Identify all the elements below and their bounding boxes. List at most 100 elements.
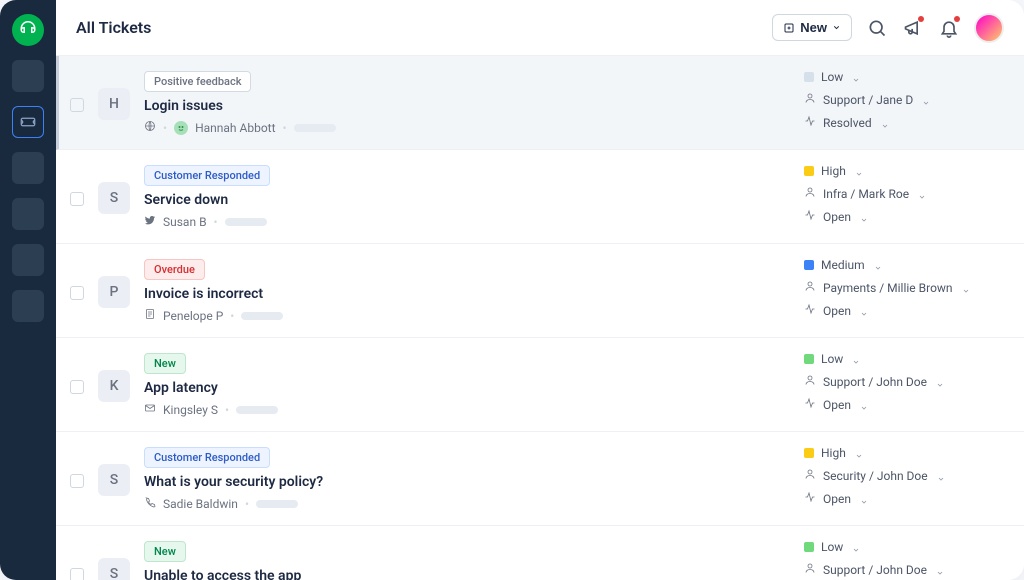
status-dropdown[interactable]: Open xyxy=(804,303,1004,318)
notification-dot xyxy=(954,16,960,22)
priority-label: Low xyxy=(821,540,843,554)
ticket-list: HPositive feedbackLogin issues•Hannah Ab… xyxy=(56,56,1024,580)
source-icon xyxy=(144,120,156,135)
ticket-subject[interactable]: Service down xyxy=(144,192,790,208)
ticket-meta: Penelope P• xyxy=(144,308,790,323)
priority-dropdown[interactable]: High xyxy=(804,164,1004,178)
ticket-row[interactable]: SCustomer RespondedService downSusan B•H… xyxy=(56,150,1024,244)
sentiment-icon xyxy=(174,121,188,135)
ticket-subject[interactable]: Invoice is incorrect xyxy=(144,286,790,302)
priority-label: High xyxy=(821,446,846,460)
chevron-down-icon xyxy=(874,261,882,269)
ticket-tag: New xyxy=(144,353,186,374)
priority-color-icon xyxy=(804,448,814,458)
agent-icon xyxy=(804,374,816,389)
checkbox[interactable] xyxy=(70,192,84,206)
status-dropdown[interactable]: Open xyxy=(804,209,1004,224)
agent-label: Support / Jane D xyxy=(823,93,913,107)
priority-label: Low xyxy=(821,70,843,84)
new-button[interactable]: New xyxy=(772,14,852,41)
priority-color-icon xyxy=(804,260,814,270)
chevron-down-icon xyxy=(855,167,863,175)
agent-dropdown[interactable]: Payments / Millie Brown xyxy=(804,280,1004,295)
status-icon xyxy=(804,397,816,412)
priority-label: High xyxy=(821,164,846,178)
priority-color-icon xyxy=(804,166,814,176)
agent-dropdown[interactable]: Infra / Mark Roe xyxy=(804,186,1004,201)
agent-dropdown[interactable]: Support / John Doe xyxy=(804,562,1004,577)
ticket-subject[interactable]: Login issues xyxy=(144,98,790,114)
priority-color-icon xyxy=(804,72,814,82)
nav-item-1[interactable] xyxy=(12,60,44,92)
requester-avatar: S xyxy=(98,464,130,496)
chevron-down-icon xyxy=(937,472,945,480)
priority-label: Low xyxy=(821,352,843,366)
chevron-down-icon xyxy=(922,96,930,104)
status-dropdown[interactable]: Open xyxy=(804,491,1004,506)
chevron-down-icon xyxy=(860,495,868,503)
ticket-meta: •Hannah Abbott• xyxy=(144,120,790,135)
nav-item-5[interactable] xyxy=(12,244,44,276)
agent-label: Support / John Doe xyxy=(823,563,927,577)
chevron-down-icon xyxy=(918,190,926,198)
ticket-row[interactable]: HPositive feedbackLogin issues•Hannah Ab… xyxy=(56,56,1024,150)
ticket-subject[interactable]: Unable to access the app xyxy=(144,568,790,580)
checkbox[interactable] xyxy=(70,98,84,112)
ticket-meta: Sadie Baldwin• xyxy=(144,496,790,511)
ticket-row[interactable]: KNewApp latencyKingsley S•LowSupport / J… xyxy=(56,338,1024,432)
checkbox[interactable] xyxy=(70,286,84,300)
chevron-down-icon xyxy=(936,566,944,574)
bell-icon[interactable] xyxy=(938,17,960,39)
ticket-meta: Kingsley S• xyxy=(144,402,790,417)
ticket-subject[interactable]: App latency xyxy=(144,380,790,396)
nav-item-6[interactable] xyxy=(12,290,44,322)
requester-name: Penelope P xyxy=(163,309,223,323)
search-icon[interactable] xyxy=(866,17,888,39)
agent-dropdown[interactable]: Support / John Doe xyxy=(804,374,1004,389)
user-avatar[interactable] xyxy=(974,13,1004,43)
requester-name: Sadie Baldwin xyxy=(163,497,238,511)
requester-name: Kingsley S xyxy=(163,403,218,417)
requester-avatar: P xyxy=(98,276,130,308)
agent-icon xyxy=(804,562,816,577)
source-icon xyxy=(144,402,156,417)
status-label: Open xyxy=(823,210,851,224)
ticket-row[interactable]: POverdueInvoice is incorrectPenelope P•M… xyxy=(56,244,1024,338)
nav-item-tickets[interactable] xyxy=(12,106,44,138)
agent-label: Security / John Doe xyxy=(823,469,928,483)
agent-dropdown[interactable]: Security / John Doe xyxy=(804,468,1004,483)
ticket-tag: Customer Responded xyxy=(144,447,270,468)
priority-dropdown[interactable]: Medium xyxy=(804,258,1004,272)
chevron-down-icon xyxy=(860,401,868,409)
checkbox[interactable] xyxy=(70,568,84,580)
ticket-subject[interactable]: What is your security policy? xyxy=(144,474,790,490)
requester-name: Susan B xyxy=(163,215,207,229)
ticket-row[interactable]: SNewUnable to access the appSamuel C•Low… xyxy=(56,526,1024,580)
agent-label: Infra / Mark Roe xyxy=(823,187,909,201)
agent-label: Support / John Doe xyxy=(823,375,927,389)
priority-color-icon xyxy=(804,542,814,552)
status-dropdown[interactable]: Resolved xyxy=(804,115,1004,130)
placeholder-bar xyxy=(236,406,278,414)
priority-dropdown[interactable]: Low xyxy=(804,540,1004,554)
app-logo[interactable] xyxy=(12,14,44,46)
agent-dropdown[interactable]: Support / Jane D xyxy=(804,92,1004,107)
checkbox[interactable] xyxy=(70,380,84,394)
chevron-down-icon xyxy=(860,307,868,315)
chevron-down-icon xyxy=(852,355,860,363)
ticket-tag: Customer Responded xyxy=(144,165,270,186)
priority-dropdown[interactable]: High xyxy=(804,446,1004,460)
chevron-down-icon xyxy=(881,119,889,127)
requester-avatar: H xyxy=(98,88,130,120)
ticket-row[interactable]: S Customer Responded What is your security… xyxy=(56,432,1024,526)
megaphone-icon[interactable] xyxy=(902,17,924,39)
nav-item-3[interactable] xyxy=(12,152,44,184)
status-dropdown[interactable]: Open xyxy=(804,397,1004,412)
priority-dropdown[interactable]: Low xyxy=(804,352,1004,366)
nav-item-4[interactable] xyxy=(12,198,44,230)
priority-dropdown[interactable]: Low xyxy=(804,70,1004,84)
status-icon xyxy=(804,491,816,506)
placeholder-bar xyxy=(294,124,336,132)
checkbox[interactable] xyxy=(70,474,84,488)
sidebar xyxy=(0,0,56,580)
